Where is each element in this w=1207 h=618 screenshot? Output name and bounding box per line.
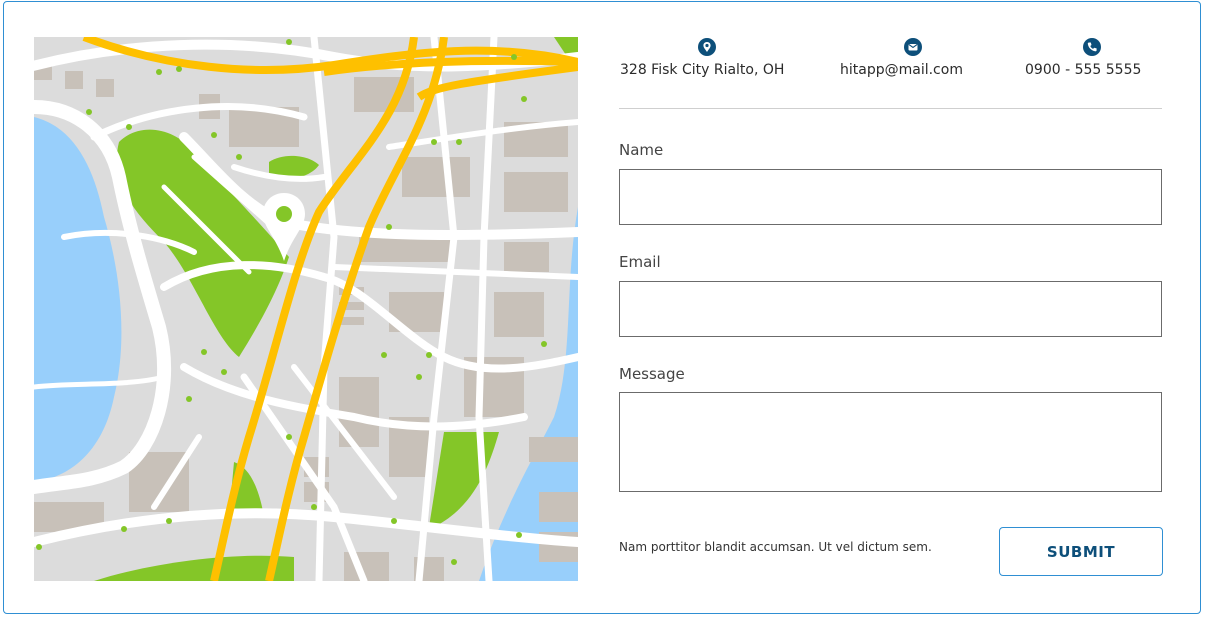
submit-button[interactable]: SUBMIT — [999, 527, 1163, 576]
contact-address: 328 Fisk City Rialto, OH — [620, 38, 795, 78]
map-illustration — [34, 37, 578, 581]
message-label: Message — [619, 365, 685, 383]
contact-email: hitapp@mail.com — [840, 38, 985, 78]
email-input[interactable] — [619, 281, 1162, 337]
phone-icon — [1083, 38, 1101, 56]
email-label: Email — [619, 253, 661, 271]
contact-phone: 0900 - 555 5555 — [1025, 38, 1165, 78]
envelope-icon — [904, 38, 922, 56]
form-note: Nam porttitor blandit accumsan. Ut vel d… — [619, 540, 932, 554]
location-pin-icon — [698, 38, 716, 56]
address-text: 328 Fisk City Rialto, OH — [620, 62, 785, 78]
divider — [619, 108, 1162, 109]
email-link[interactable]: hitapp@mail.com — [840, 62, 985, 78]
message-textarea[interactable] — [619, 392, 1162, 492]
name-input[interactable] — [619, 169, 1162, 225]
phone-link[interactable]: 0900 - 555 5555 — [1025, 62, 1165, 78]
name-label: Name — [619, 141, 664, 159]
